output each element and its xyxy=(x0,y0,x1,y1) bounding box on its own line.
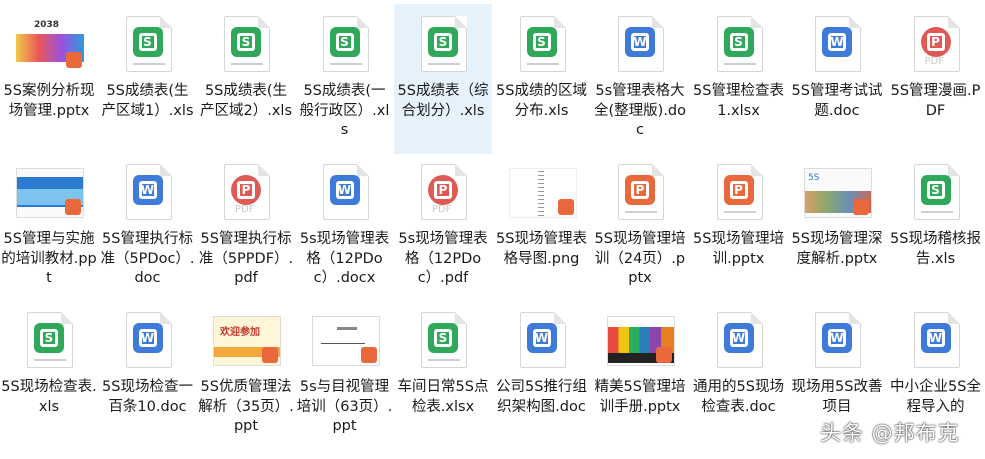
file-item[interactable]: W 5s现场管理表格（12PDoc）.docx xyxy=(296,152,394,302)
file-item[interactable]: W 5s管理表格大全(整理版).doc xyxy=(591,4,689,154)
file-name-label: 5s管理表格大全(整理版).doc xyxy=(594,83,686,138)
pdf-icon: P PDF xyxy=(210,160,282,224)
file-item[interactable]: S 车间日常5S点检表.xlsx xyxy=(394,300,492,450)
spreadsheet-icon: S xyxy=(703,12,775,76)
document-icon: W xyxy=(604,12,676,76)
file-item[interactable]: S 5S现场稽核报告.xls xyxy=(887,152,985,302)
spreadsheet-icon: S xyxy=(407,308,479,372)
file-name-label: 5S成绩表(生产区域2）.xls xyxy=(200,83,292,119)
file-name-label: 5S现场检查一百条10.doc xyxy=(102,379,193,415)
document-icon: W xyxy=(112,308,184,372)
file-item[interactable]: S 5S成绩表(一般行政区）.xls xyxy=(296,4,394,154)
file-name-label: 5S管理执行标准（5PDoc）.doc xyxy=(100,231,195,286)
file-name-label: 中小企业5S全程导入的 xyxy=(890,379,981,415)
document-icon: W xyxy=(900,308,972,372)
file-name-label: 车间日常5S点检表.xlsx xyxy=(397,379,489,415)
file-thumbnail-icon xyxy=(506,160,578,224)
file-name-label: 5S现场管理培训（24页）.pptx xyxy=(594,231,686,286)
file-name-label: 现场用5S改善项目 xyxy=(791,379,883,415)
file-item[interactable]: 5S管理与实施的培训教材.ppt xyxy=(0,152,98,302)
file-name-label: 精美5S管理培训手册.pptx xyxy=(594,379,686,415)
file-item[interactable]: 5s与目视管理培训（63页）.ppt xyxy=(296,300,394,450)
presentation-icon: P xyxy=(604,160,676,224)
file-name-label: 5s现场管理表格（12PDoc）.pdf xyxy=(398,231,488,286)
file-name-label: 5S成绩表(一般行政区）.xls xyxy=(299,83,390,138)
file-name-label: 5S管理考试试题.doc xyxy=(791,83,883,119)
thumbnail-text: 欢迎参加 xyxy=(220,327,260,338)
file-item[interactable]: S 5S管理检查表1.xlsx xyxy=(690,4,788,154)
file-name-label: 公司5S推行组织架构图.doc xyxy=(496,379,587,415)
document-icon: W xyxy=(112,160,184,224)
file-item[interactable]: P PDF 5S管理执行标准（5PPDF）.pdf xyxy=(197,152,295,302)
document-icon: W xyxy=(801,12,873,76)
file-thumbnail-icon xyxy=(309,308,381,372)
file-name-label: 5S管理与实施的培训教材.ppt xyxy=(1,231,97,286)
document-icon: W xyxy=(801,308,873,372)
document-icon: W xyxy=(506,308,578,372)
file-item[interactable]: W 5S管理执行标准（5PDoc）.doc xyxy=(99,152,197,302)
file-name-label: 5S管理漫画.PDF xyxy=(890,83,981,119)
file-name-label: 5S现场稽核报告.xls xyxy=(890,231,981,267)
file-item[interactable]: S 5S成绩表(生产区域2）.xls xyxy=(197,4,295,154)
spreadsheet-icon: S xyxy=(112,12,184,76)
file-item[interactable]: P 5S现场管理培训.pptx xyxy=(690,152,788,302)
presentation-icon: P xyxy=(703,160,775,224)
spreadsheet-icon: S xyxy=(407,12,479,76)
file-grid: 2038 5S案例分析现场管理.pptx S 5S成绩表(生产区域1）.xls S 5S成… xyxy=(0,0,985,459)
file-name-label: 5S优质管理法解析（35页）.ppt xyxy=(198,379,294,434)
file-item[interactable]: W 5S管理考试试题.doc xyxy=(788,4,886,154)
watermark: 头条 @邦布克 xyxy=(820,421,960,445)
file-item[interactable]: P PDF 5S管理漫画.PDF xyxy=(887,4,985,154)
file-name-label: 通用的5S现场检查表.doc xyxy=(693,379,784,415)
file-item[interactable]: W 5S现场检查一百条10.doc xyxy=(99,300,197,450)
file-item[interactable]: 2038 5S案例分析现场管理.pptx xyxy=(0,4,98,154)
file-name-label: 5S管理检查表1.xlsx xyxy=(693,83,784,119)
file-item[interactable]: S 5S成绩的区域分布.xls xyxy=(493,4,591,154)
file-item[interactable]: S 5S成绩表（综合划分）.xls xyxy=(394,4,492,154)
spreadsheet-icon: S xyxy=(210,12,282,76)
file-item[interactable]: P 5S现场管理培训（24页）.pptx xyxy=(591,152,689,302)
file-thumbnail-icon xyxy=(13,160,85,224)
file-item[interactable]: 5S 5S现场管理深度解析.pptx xyxy=(788,152,886,302)
file-name-label: 5s现场管理表格（12PDoc）.docx xyxy=(299,231,390,286)
pdf-icon: P PDF xyxy=(407,160,479,224)
spreadsheet-icon: S xyxy=(506,12,578,76)
file-name-label: 5S案例分析现场管理.pptx xyxy=(3,83,95,119)
file-item[interactable]: W 通用的5S现场检查表.doc xyxy=(690,300,788,450)
file-item[interactable]: S 5S成绩表(生产区域1）.xls xyxy=(99,4,197,154)
file-name-label: 5S成绩的区域分布.xls xyxy=(496,83,587,119)
thumbnail-text: 2038 xyxy=(34,20,60,30)
file-item[interactable]: 5S现场管理表格导图.png xyxy=(493,152,591,302)
spreadsheet-icon: S xyxy=(309,12,381,76)
document-icon: W xyxy=(309,160,381,224)
pdf-icon: P PDF xyxy=(900,12,972,76)
file-name-label: 5S成绩表(生产区域1）.xls xyxy=(101,83,194,119)
spreadsheet-icon: S xyxy=(13,308,85,372)
file-item[interactable]: W 公司5S推行组织架构图.doc xyxy=(493,300,591,450)
file-name-label: 5S管理执行标准（5PPDF）.pdf xyxy=(198,231,294,286)
thumbnail-text: 5S xyxy=(808,173,820,183)
file-name-label: 5S现场管理表格导图.png xyxy=(496,231,587,267)
file-name-label: 5S现场检查表.xls xyxy=(1,379,97,415)
file-thumbnail-icon xyxy=(604,308,676,372)
document-icon: W xyxy=(703,308,775,372)
file-name-label: 5S成绩表（综合划分）.xls xyxy=(397,83,489,119)
file-item[interactable]: 精美5S管理培训手册.pptx xyxy=(591,300,689,450)
file-thumbnail-icon: 5S xyxy=(801,160,873,224)
file-name-label: 5S现场管理深度解析.pptx xyxy=(791,231,883,267)
spreadsheet-icon: S xyxy=(900,160,972,224)
file-thumbnail-icon: 2038 xyxy=(13,12,85,76)
file-item[interactable]: S 5S现场检查表.xls xyxy=(0,300,98,450)
file-thumbnail-icon: 欢迎参加 xyxy=(210,308,282,372)
file-item[interactable]: P PDF 5s现场管理表格（12PDoc）.pdf xyxy=(394,152,492,302)
file-name-label: 5S现场管理培训.pptx xyxy=(693,231,784,267)
file-name-label: 5s与目视管理培训（63页）.ppt xyxy=(296,379,393,434)
file-item[interactable]: 欢迎参加 5S优质管理法解析（35页）.ppt xyxy=(197,300,295,450)
